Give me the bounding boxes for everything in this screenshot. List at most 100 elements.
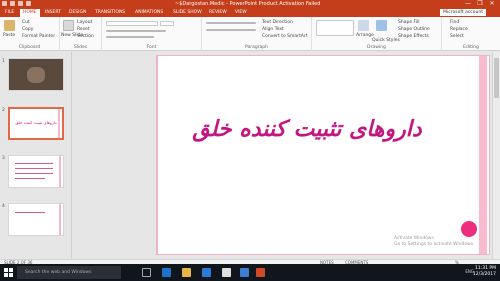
watermark-line-2: Go to Settings to activate Windows.	[394, 242, 475, 247]
quick-styles-icon[interactable]	[376, 20, 387, 31]
decorative-pink-circle	[461, 221, 477, 237]
group-clipboard: Paste Cut Copy Format Painter Clipboard	[0, 17, 60, 51]
group-font: Font	[102, 17, 202, 51]
group-label: Editing	[463, 45, 479, 50]
shapes-gallery[interactable]	[316, 20, 354, 36]
slide-thumbnail-3[interactable]	[8, 155, 64, 188]
thumbnail-text-line	[15, 168, 53, 169]
replace-button[interactable]: Replace	[450, 27, 468, 32]
taskbar-search-box[interactable]: Search the web and Windows	[17, 266, 121, 279]
window-controls: — ❐ ✕	[462, 0, 498, 8]
thumbnail-text-line	[15, 163, 53, 164]
redo-icon[interactable]	[18, 1, 23, 6]
copy-button[interactable]: Copy	[22, 27, 33, 32]
slide-title[interactable]: داروهای تثبیت کننده خلق	[187, 116, 427, 142]
group-label: Drawing	[367, 45, 386, 50]
slide-number: 2	[2, 108, 5, 113]
group-label: Clipboard	[18, 45, 41, 50]
tab-design[interactable]: DESIGN	[66, 9, 89, 17]
thumbnail-text-line	[15, 212, 45, 213]
edge-browser-icon[interactable]	[162, 268, 171, 277]
find-button[interactable]: Find	[450, 20, 459, 25]
quick-styles-button[interactable]: Quick Styles	[372, 38, 400, 43]
account-button[interactable]: Microsoft account	[440, 9, 486, 16]
slide-editing-area[interactable]: داروهای تثبیت کننده خلق	[72, 52, 492, 259]
activation-watermark: Activate Windows Go to Settings to activ…	[394, 236, 475, 248]
section-button[interactable]: Section	[77, 34, 94, 39]
store-icon[interactable]	[202, 268, 211, 277]
thumbnail-title: داروهای تثبیت کننده خلق	[15, 120, 57, 125]
list-buttons-row[interactable]	[206, 22, 256, 24]
windows-start-icon[interactable]	[4, 268, 13, 277]
word-icon[interactable]	[240, 268, 249, 277]
convert-smartart-button[interactable]: Convert to SmartArt	[262, 34, 307, 39]
file-explorer-icon[interactable]	[182, 268, 191, 277]
tab-transitions[interactable]: TRANSITIONS	[92, 9, 128, 17]
current-slide[interactable]: داروهای تثبیت کننده خلق	[156, 55, 490, 255]
vertical-scrollbar[interactable]	[492, 52, 500, 259]
task-view-icon[interactable]	[142, 268, 151, 277]
quick-access-toolbar	[2, 1, 31, 6]
thumbnail-text-line	[15, 178, 45, 179]
taskbar-clock[interactable]: 11:31 PM 12/3/2017	[473, 266, 496, 278]
save-icon[interactable]	[2, 1, 7, 6]
undo-icon[interactable]	[10, 1, 15, 6]
thumbnail-stripe	[59, 156, 61, 187]
font-name-box[interactable]	[106, 21, 158, 26]
slide-thumbnails-panel[interactable]: 1 2 داروهای تثبیت کننده خلق 3 4	[0, 52, 72, 259]
shape-effects-button[interactable]: Shape Effects	[398, 34, 429, 39]
layout-button[interactable]: Layout	[77, 20, 92, 25]
slide-thumbnail-2[interactable]: داروهای تثبیت کننده خلق	[8, 107, 64, 140]
thumbnail-text-line	[15, 173, 53, 174]
group-label: Paragraph	[244, 45, 269, 50]
powerpoint-icon[interactable]	[256, 268, 265, 277]
tab-home[interactable]: HOME	[20, 9, 40, 17]
clock-date: 12/3/2017	[472, 272, 496, 277]
app-icon[interactable]	[222, 268, 231, 277]
ribbon-tabs: FILE HOME INSERT DESIGN TRANSITIONS ANIM…	[0, 8, 500, 17]
scrollbar-thumb[interactable]	[494, 58, 499, 98]
alignment-buttons-row[interactable]	[206, 29, 256, 31]
tab-slide-show[interactable]: SLIDE SHOW	[170, 9, 205, 17]
group-slides: New Slide Layout Reset Section Slides	[60, 17, 102, 51]
slide-border-line	[157, 56, 158, 254]
window-title: ~$Dargostan.Medic - PowerPoint Product A…	[175, 1, 321, 7]
tab-animations[interactable]: ANIMATIONS	[132, 9, 166, 17]
group-drawing: Arrange Quick Styles Shape Fill Shape Ou…	[312, 17, 442, 51]
new-slide-icon[interactable]	[63, 20, 74, 31]
reset-button[interactable]: Reset	[77, 27, 90, 32]
tab-view[interactable]: VIEW	[232, 9, 250, 17]
maximize-button[interactable]: ❐	[474, 0, 486, 8]
decorative-pink-stripe	[479, 56, 487, 254]
tab-insert[interactable]: INSERT	[42, 9, 64, 17]
slide-thumbnail-1[interactable]	[8, 58, 64, 91]
close-button[interactable]: ✕	[486, 0, 498, 8]
group-label: Slides	[73, 45, 88, 50]
paste-icon[interactable]	[4, 20, 15, 31]
minimize-button[interactable]: —	[462, 0, 474, 8]
slide-number: 1	[2, 59, 5, 64]
slide-thumbnail-4[interactable]	[8, 203, 64, 236]
group-editing: Find Replace Select Editing	[442, 17, 500, 51]
shape-fill-button[interactable]: Shape Fill	[398, 20, 420, 25]
select-button[interactable]: Select	[450, 34, 464, 39]
group-paragraph: Text Direction Align Text Convert to Sma…	[202, 17, 312, 51]
group-label: Font	[146, 45, 157, 50]
align-text-button[interactable]: Align Text	[262, 27, 284, 32]
tab-file[interactable]: FILE	[2, 9, 17, 17]
font-size-box[interactable]	[160, 21, 174, 26]
font-formatting-row[interactable]	[106, 30, 166, 32]
shape-outline-button[interactable]: Shape Outline	[398, 27, 430, 32]
format-painter-button[interactable]: Format Painter	[22, 34, 55, 39]
tab-review[interactable]: REVIEW	[206, 9, 230, 17]
font-color-row[interactable]	[106, 36, 154, 38]
title-bar: ~$Dargostan.Medic - PowerPoint Product A…	[0, 0, 500, 8]
thumbnail-stripe	[58, 109, 60, 138]
arrange-icon[interactable]	[358, 20, 369, 31]
text-direction-button[interactable]: Text Direction	[262, 20, 293, 25]
thumbnail-image	[27, 67, 45, 83]
cut-button[interactable]: Cut	[22, 20, 30, 25]
taskbar: Search the web and Windows ENG 11:31 PM …	[0, 264, 500, 281]
paste-button[interactable]: Paste	[3, 33, 15, 38]
start-presentation-icon[interactable]	[26, 1, 31, 6]
